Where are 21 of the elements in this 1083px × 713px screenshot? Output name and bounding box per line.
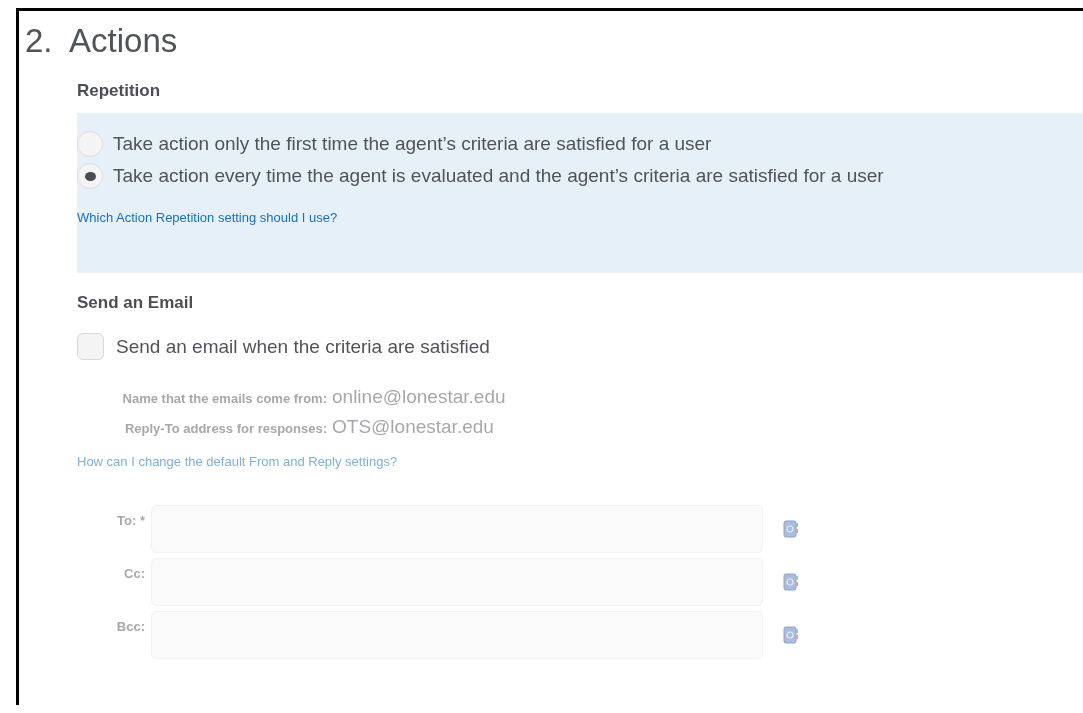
radio-button[interactable]	[77, 131, 103, 157]
info-value: online@lonestar.edu	[332, 386, 507, 408]
radio-label: Take action only the first time the agent’s criteria are satisfied for a user	[113, 133, 712, 155]
radio-label: Take action every time the agent is evaluated and the agent’s criteria are satisfied for a user	[113, 165, 884, 187]
repetition-heading: Repetition	[77, 81, 162, 101]
address-book-icon[interactable]	[783, 520, 799, 538]
help-link[interactable]: How can I change the default From and Reply settings?	[77, 454, 398, 469]
info-value: OTS@lonestar.edu	[332, 416, 495, 438]
field-label: Cc:	[124, 565, 145, 583]
section-title: 2. Actions	[25, 21, 179, 61]
field-label: To: *	[117, 512, 145, 530]
address-book-icon[interactable]	[783, 573, 799, 591]
address-book-icon[interactable]	[783, 626, 799, 644]
help-link[interactable]: Which Action Repetition setting should I use?	[77, 210, 338, 225]
checkbox-label: Send an email when the criteria are satisfied	[116, 335, 490, 358]
info-label: Name that the emails come from:	[122, 391, 327, 406]
info-label: Reply-To address for responses:	[124, 421, 327, 436]
radio-button[interactable]	[77, 163, 103, 189]
email-heading: Send an Email	[77, 293, 195, 313]
checkbox[interactable]	[77, 333, 104, 360]
field-label: Bcc:	[116, 618, 145, 636]
